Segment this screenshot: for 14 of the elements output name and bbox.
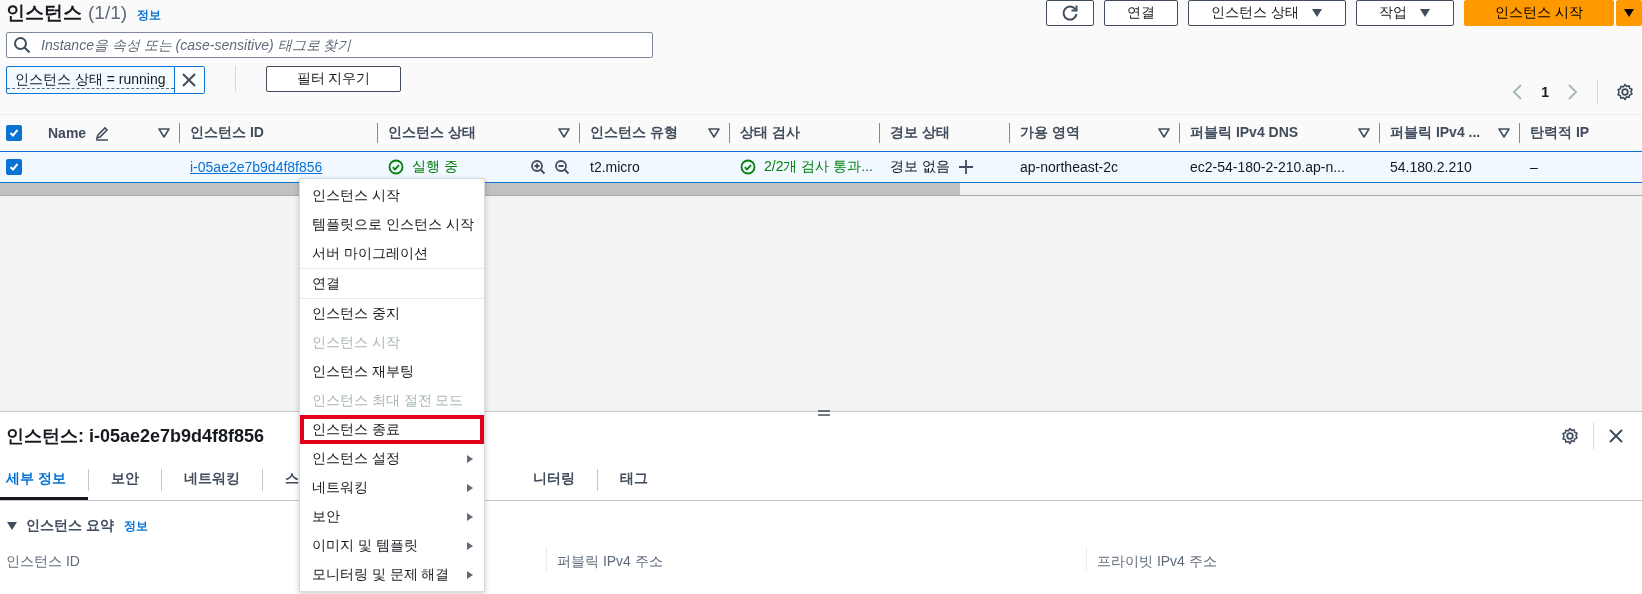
item-count: (1/1) [88,2,128,24]
table-cell: t2.micro [590,159,640,175]
table-cell: ec2-54-180-2-210.ap-n... [1190,159,1345,175]
panel-title: 인스턴스: i-05ae2e7b9d4f8f856 [6,425,265,448]
field-label: 프라이빗 IPv4 주소 [1097,553,1217,569]
status-text: 실행 중 [412,158,458,176]
field-label: 퍼블릭 IPv4 주소 [557,553,663,569]
table-cell: ap-northeast-2c [1020,159,1119,175]
table-cell: 54.180.2.210 [1390,159,1472,175]
table-cell: – [1530,159,1538,175]
field-label: 인스턴스 ID [6,553,80,569]
table-cell: 경보 없음 [890,158,950,176]
status-check-text: 2/2개 검사 통과... [764,158,873,176]
page-title: 인스턴스 [6,1,82,25]
